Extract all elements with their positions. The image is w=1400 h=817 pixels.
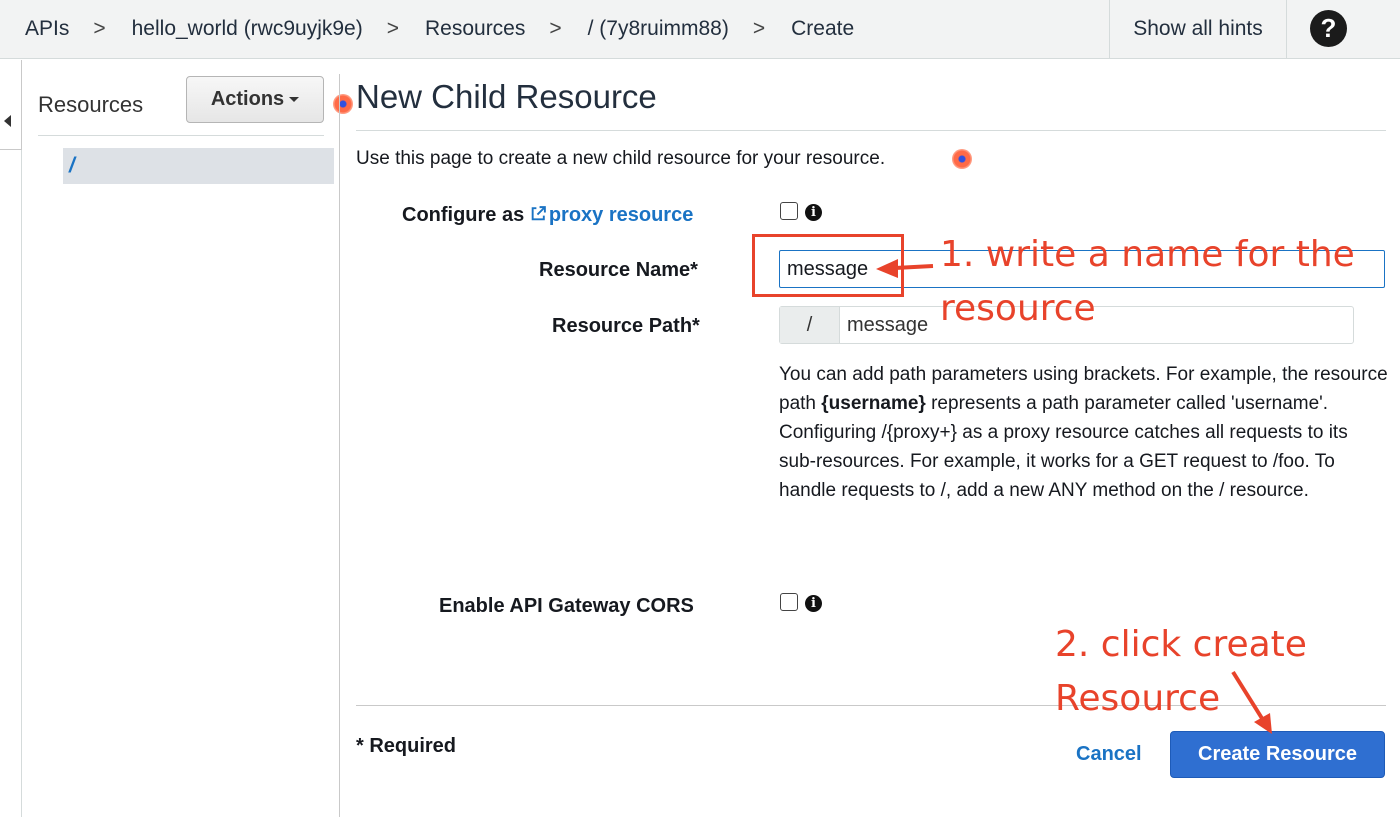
- cancel-button[interactable]: Cancel: [1076, 743, 1142, 766]
- breadcrumb: APIs > hello_world (rwc9uyjk9e) > Resour…: [25, 17, 854, 41]
- external-link-icon: [531, 206, 546, 221]
- proxy-resource-link-text: proxy resource: [548, 204, 694, 226]
- path-help-text: You can add path parameters using bracke…: [779, 360, 1389, 505]
- panel-divider: [339, 74, 340, 817]
- breadcrumb-root-resource[interactable]: / (7y8ruimm88): [588, 17, 729, 41]
- breadcrumb-api-name[interactable]: hello_world (rwc9uyjk9e): [132, 17, 363, 41]
- annotation-step-2-line-1: 2. click create: [1055, 624, 1307, 665]
- breadcrumb-separator: >: [549, 17, 562, 40]
- proxy-resource-link[interactable]: proxy resource: [530, 204, 694, 226]
- question-circle-icon[interactable]: ?: [1310, 10, 1347, 47]
- actions-label: Actions: [210, 88, 285, 110]
- resource-tree-item-root[interactable]: /: [63, 148, 334, 184]
- annotation-step-1-line-1: 1. write a name for the: [940, 234, 1355, 275]
- page-title: New Child Resource: [356, 78, 657, 115]
- annotation-step-2-line-2: Resource: [1055, 678, 1221, 719]
- hint-dot-icon[interactable]: [952, 149, 972, 169]
- resources-panel-title: Resources: [38, 92, 144, 117]
- resource-path-prefix: /: [780, 307, 840, 343]
- top-bar: APIs > hello_world (rwc9uyjk9e) > Resour…: [0, 0, 1400, 59]
- cors-label: Enable API Gateway CORS: [439, 595, 694, 617]
- breadcrumb-separator: >: [93, 17, 106, 40]
- resource-name-label: Resource Name*: [539, 259, 698, 281]
- breadcrumb-apis[interactable]: APIs: [25, 17, 69, 41]
- proxy-label-prefix: Configure as: [402, 204, 525, 226]
- required-note: * Required: [356, 735, 457, 757]
- annotation-step-1-line-2: resource: [940, 288, 1096, 329]
- info-circle-icon[interactable]: i: [805, 204, 822, 221]
- resources-divider: [38, 135, 324, 136]
- resource-path-label: Resource Path*: [552, 315, 700, 337]
- sidebar-collapse-toggle[interactable]: [0, 60, 22, 150]
- actions-dropdown-button[interactable]: Actions: [186, 76, 324, 123]
- caret-left-icon: [4, 115, 11, 127]
- breadcrumb-create: Create: [791, 17, 855, 40]
- breadcrumb-separator: >: [386, 17, 399, 40]
- show-all-hints-button[interactable]: Show all hints: [1109, 0, 1287, 58]
- chevron-down-icon: [289, 97, 300, 102]
- help-text-example: {username}: [821, 393, 926, 414]
- proxy-resource-checkbox[interactable]: [780, 202, 798, 220]
- breadcrumb-separator: >: [752, 17, 766, 40]
- cors-checkbox[interactable]: [780, 593, 798, 611]
- annotation-highlight-box: [752, 234, 904, 297]
- annotation-step-2: 2. click create Resource: [1055, 618, 1307, 726]
- create-resource-button[interactable]: Create Resource: [1170, 731, 1385, 778]
- left-divider: [21, 150, 22, 817]
- intro-text: Use this page to create a new child reso…: [356, 148, 886, 169]
- title-divider: [356, 130, 1386, 131]
- annotation-step-1: 1. write a name for the resource: [940, 228, 1355, 336]
- hint-dot-icon[interactable]: [333, 94, 353, 114]
- proxy-resource-label: Configure as proxy resource: [402, 204, 693, 227]
- breadcrumb-resources[interactable]: Resources: [425, 17, 525, 41]
- info-circle-icon[interactable]: i: [805, 595, 822, 612]
